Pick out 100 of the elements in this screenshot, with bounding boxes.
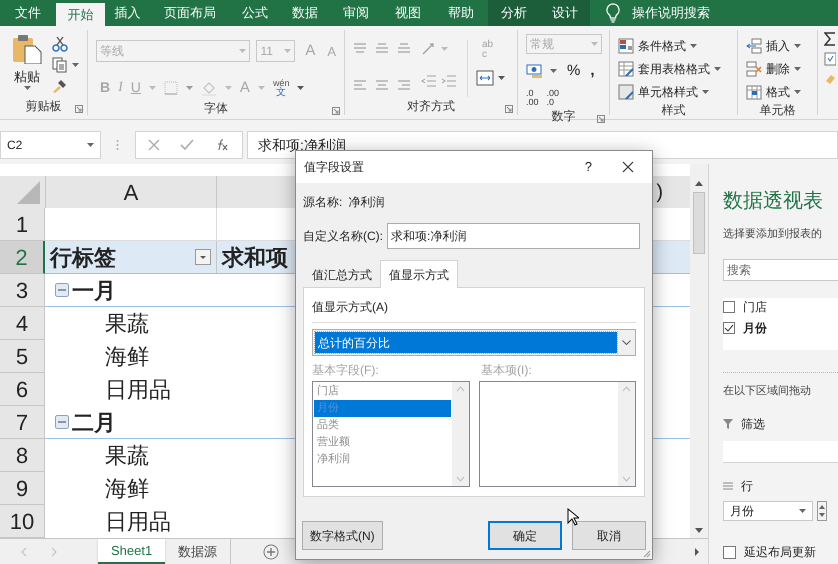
caret-icon[interactable] — [690, 44, 697, 48]
checkbox[interactable] — [723, 300, 735, 312]
ribbon-tab[interactable]: 公式 — [230, 0, 280, 26]
dialog-tab[interactable]: 值显示方式 — [380, 260, 458, 288]
row-header[interactable]: 4 — [0, 307, 45, 340]
ribbon-tab[interactable]: 开始 — [56, 3, 105, 26]
caret-icon[interactable] — [799, 509, 806, 513]
checkbox[interactable] — [723, 546, 736, 558]
caret-icon[interactable] — [498, 76, 505, 80]
row-header[interactable]: 5 — [0, 340, 45, 373]
dialog-launcher-icon[interactable] — [597, 114, 605, 122]
help-button[interactable]: ? — [584, 157, 592, 177]
decrease-indent-icon[interactable] — [421, 74, 437, 88]
scrollbar-thumb[interactable] — [693, 192, 705, 254]
ribbon-tab[interactable]: 审阅 — [330, 0, 382, 26]
sheet-tab[interactable]: Sheet1 — [98, 539, 166, 564]
caret-icon[interactable] — [87, 143, 94, 147]
ribbon-tab[interactable]: 插入 — [105, 0, 150, 26]
collapse-icon[interactable] — [55, 415, 69, 429]
group-label: 对齐方式 — [407, 98, 455, 115]
border-icon[interactable] — [164, 80, 178, 95]
align-center-icon[interactable] — [375, 78, 389, 92]
format-painter-icon[interactable] — [52, 78, 68, 94]
caret-icon[interactable] — [794, 66, 801, 70]
align-left-icon[interactable] — [353, 78, 367, 92]
cell-styles-button[interactable]: 单元格样式 — [618, 82, 729, 101]
row-header[interactable]: 8 — [0, 439, 45, 472]
checkbox-label: 延迟布局更新 — [744, 544, 816, 561]
number-format-button[interactable]: 数字格式(N) — [302, 521, 383, 550]
cancel-icon[interactable] — [148, 139, 160, 151]
spin-buttons-icon[interactable] — [817, 501, 827, 521]
row-field-dropdown[interactable]: 月份 — [723, 501, 813, 521]
ribbon-tab[interactable]: 分析 — [488, 0, 540, 26]
decrease-decimal-button[interactable]: .00 .0 — [546, 88, 560, 106]
checkbox[interactable] — [723, 322, 735, 334]
show-values-dropdown[interactable]: 总计的百分比 — [312, 329, 636, 356]
ribbon-tab[interactable]: 帮助 — [434, 0, 488, 26]
percent-button[interactable]: % — [567, 60, 580, 82]
sheet-tab[interactable]: 数据源 — [165, 539, 232, 564]
row-header[interactable]: 9 — [0, 472, 45, 505]
fill-color-icon[interactable] — [200, 80, 217, 96]
column-header[interactable]: ) — [656, 177, 663, 207]
scroll-right-icon[interactable] — [692, 546, 702, 556]
ribbon-tab[interactable]: 数据 — [280, 0, 330, 26]
row-header[interactable]: 3 — [0, 274, 45, 307]
ok-button[interactable]: 确定 — [488, 521, 562, 550]
row-header[interactable]: 6 — [0, 373, 45, 406]
search-field[interactable]: 搜索 — [723, 258, 838, 280]
autosum-icon[interactable] — [824, 32, 836, 46]
format-cells-button[interactable]: 格式 — [746, 82, 809, 101]
tell-me-search[interactable]: 操作说明搜索 — [632, 3, 710, 23]
ribbon-tab[interactable]: 文件 — [0, 0, 56, 26]
caret-icon[interactable] — [794, 44, 801, 48]
collapse-icon[interactable] — [55, 283, 69, 297]
dialog-launcher-icon[interactable] — [332, 107, 340, 115]
name-field[interactable]: 求和项:净利润 — [387, 223, 640, 249]
filter-dropdown-icon[interactable] — [195, 249, 211, 265]
caret-icon[interactable] — [550, 69, 557, 74]
ribbon-tab[interactable]: 设计 — [540, 0, 590, 26]
close-icon[interactable] — [622, 161, 634, 173]
lightbulb-icon[interactable] — [606, 3, 620, 23]
caret-icon[interactable] — [297, 86, 304, 90]
comma-button[interactable]: , — [590, 60, 595, 82]
caret-icon[interactable] — [72, 63, 79, 67]
scissors-icon[interactable] — [52, 36, 68, 52]
area-label: 行 — [741, 478, 753, 495]
insert-cells-button[interactable]: 插入 — [746, 36, 809, 55]
conditional-format-button[interactable]: 条件格式 — [618, 36, 729, 55]
pivot-item-cell-text: 日用品 — [105, 376, 171, 404]
resize-grip-icon[interactable] — [643, 550, 651, 558]
row-header[interactable]: 7 — [0, 406, 45, 439]
caret-icon[interactable] — [794, 90, 801, 94]
paste-button[interactable]: 粘贴 — [8, 34, 46, 97]
format-as-table-button[interactable]: 套用表格格式 — [618, 59, 729, 78]
row-header[interactable]: 10 — [0, 505, 45, 538]
cancel-button[interactable]: 取消 — [572, 521, 646, 550]
caret-icon[interactable] — [702, 90, 709, 94]
caret-icon[interactable] — [24, 86, 30, 90]
dialog-launcher-icon[interactable] — [505, 105, 513, 113]
dialog-launcher-icon[interactable] — [75, 105, 83, 113]
caret-icon[interactable] — [714, 66, 721, 70]
increase-decimal-button[interactable]: .0 .00 — [526, 88, 539, 106]
align-right-icon[interactable] — [397, 78, 411, 92]
currency-icon[interactable] — [526, 63, 544, 80]
row-header[interactable]: 1 — [0, 208, 45, 241]
dialog-tab[interactable]: 值汇总方式 — [304, 263, 380, 287]
style-icon — [618, 84, 634, 100]
name-box[interactable]: C2 — [0, 131, 101, 159]
ribbon-tab[interactable]: 页面布局 — [150, 0, 230, 26]
enter-icon[interactable] — [180, 139, 194, 151]
column-header[interactable]: A — [45, 176, 217, 208]
ribbon-tab[interactable]: 视图 — [382, 0, 434, 26]
increase-indent-icon[interactable] — [441, 74, 457, 88]
row-header[interactable]: 2 — [0, 241, 45, 274]
pane-title: 数据透视表 — [723, 189, 824, 214]
merge-cells-icon[interactable] — [476, 70, 494, 86]
delete-cells-button[interactable]: 删除 — [746, 59, 809, 78]
add-sheet-icon[interactable] — [263, 544, 280, 560]
copy-icon[interactable] — [52, 57, 68, 73]
cells-icon — [746, 84, 762, 100]
